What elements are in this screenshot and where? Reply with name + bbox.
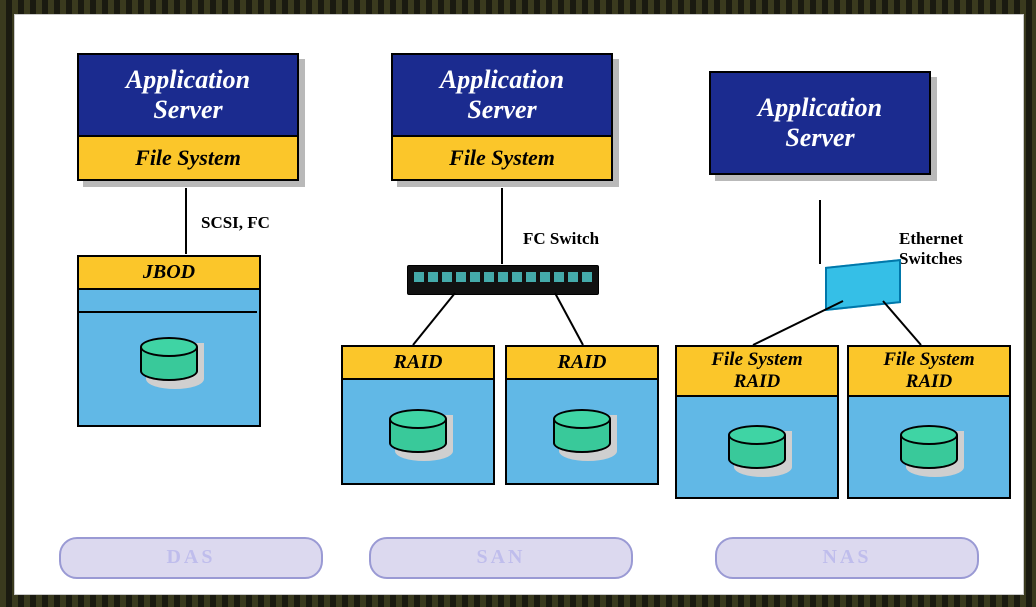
disk-icon — [553, 409, 611, 455]
fc-switch-icon — [407, 265, 599, 295]
das-app-title: Application Server — [79, 55, 297, 135]
nas-box-right-head: File System RAID — [849, 347, 1009, 397]
disk-icon — [389, 409, 447, 455]
san-conn-label: FC Switch — [523, 229, 599, 249]
san-raid-left: RAID — [341, 345, 495, 485]
nas-right-l1: File System — [883, 349, 974, 370]
disk-icon — [140, 337, 198, 383]
divider — [77, 311, 257, 313]
app-title-line2: Server — [153, 95, 222, 124]
app-title-line1: Application — [126, 65, 250, 94]
das-conn-label: SCSI, FC — [201, 213, 270, 233]
disk-icon — [900, 425, 958, 471]
app-title-line1: Application — [758, 93, 882, 122]
nas-app-title: Application Server — [711, 73, 929, 173]
san-app-server: Application Server File System — [391, 53, 613, 181]
pill-nas: NAS — [715, 537, 979, 579]
das-jbod-head: JBOD — [79, 257, 259, 290]
nas-box-left-head: File System RAID — [677, 347, 837, 397]
ethernet-switch-icon — [825, 259, 901, 311]
pill-das: DAS — [59, 537, 323, 579]
disk-icon — [728, 425, 786, 471]
nas-right-l2: RAID — [906, 371, 952, 392]
diagram-canvas: Application Server File System SCSI, FC … — [14, 14, 1024, 595]
nas-conn-label: Ethernet Switches — [899, 229, 963, 268]
das-file-system-band: File System — [79, 135, 297, 179]
san-raid-left-head: RAID — [343, 347, 493, 380]
das-app-server: Application Server File System — [77, 53, 299, 181]
san-raid-right-head: RAID — [507, 347, 657, 380]
san-raid-right: RAID — [505, 345, 659, 485]
san-file-system-band: File System — [393, 135, 611, 179]
nas-box-left: File System RAID — [675, 345, 839, 499]
pill-san: SAN — [369, 537, 633, 579]
nas-left-l1: File System — [711, 349, 802, 370]
nas-box-right: File System RAID — [847, 345, 1011, 499]
app-title-line2: Server — [467, 95, 536, 124]
das-cable — [185, 188, 187, 254]
nas-cable-top — [819, 200, 821, 264]
app-title-line2: Server — [785, 123, 854, 152]
san-app-title: Application Server — [393, 55, 611, 135]
nas-left-l2: RAID — [734, 371, 780, 392]
nas-app-server: Application Server — [709, 71, 931, 175]
san-cable-top — [501, 188, 503, 264]
das-jbod-box: JBOD — [77, 255, 261, 427]
app-title-line1: Application — [440, 65, 564, 94]
